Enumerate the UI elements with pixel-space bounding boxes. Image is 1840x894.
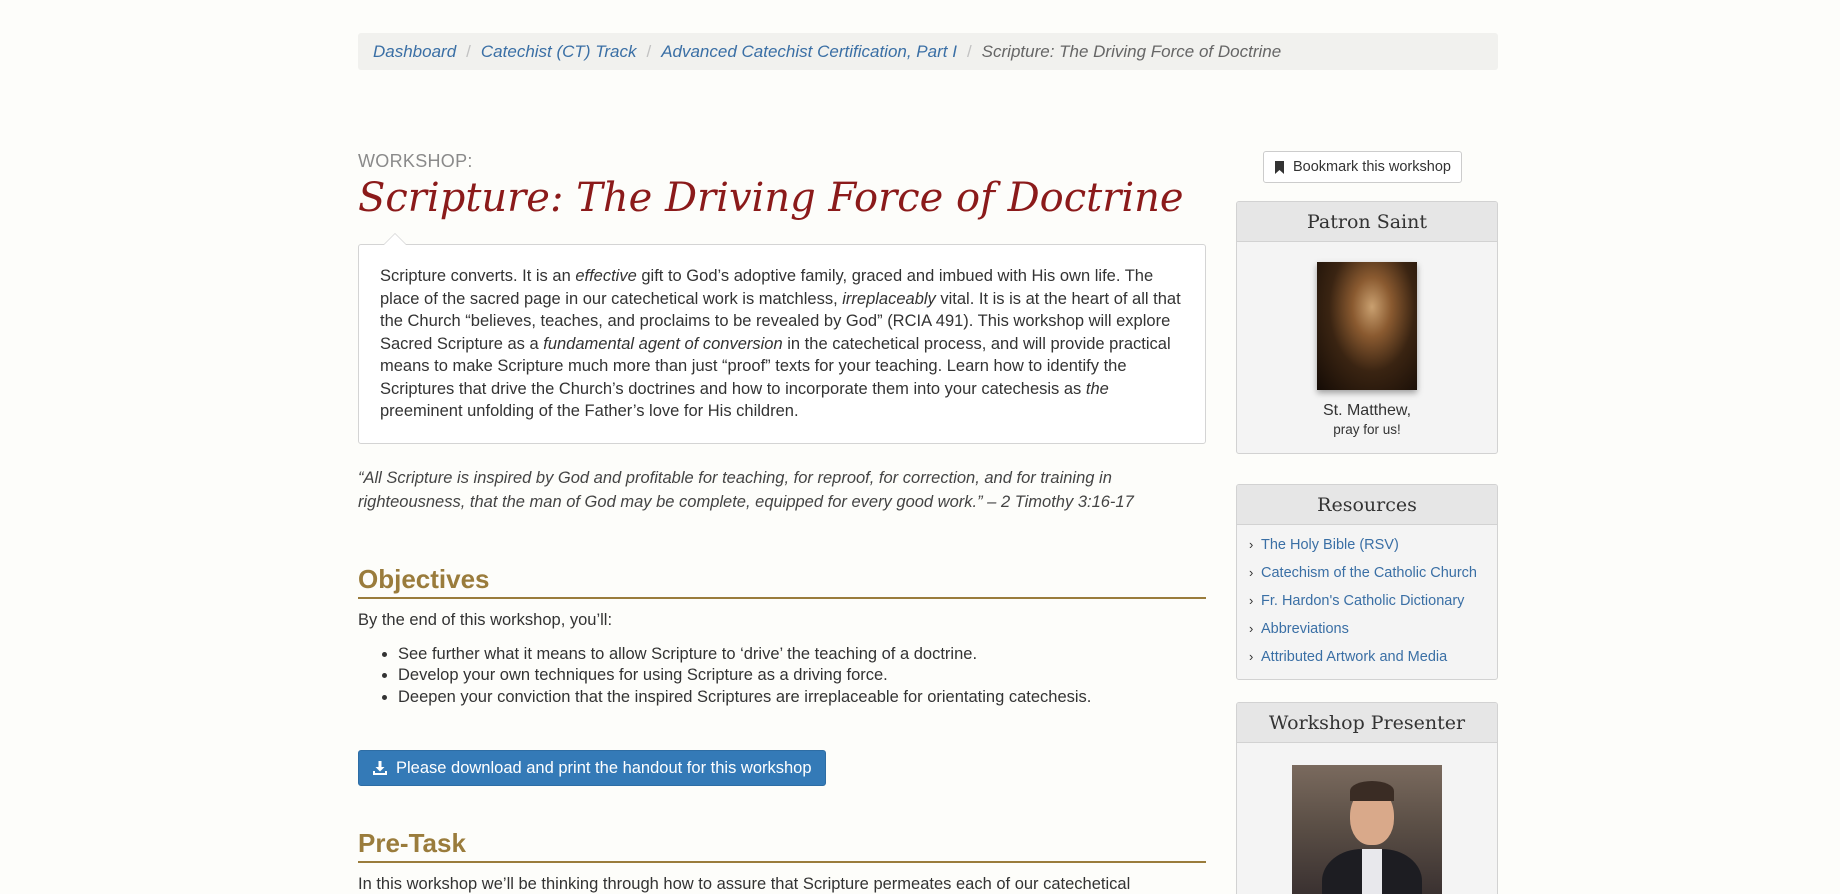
resource-link-dictionary[interactable]: Fr. Hardon's Catholic Dictionary bbox=[1261, 593, 1464, 609]
intro-text: Scripture converts. It is an bbox=[380, 267, 576, 285]
download-icon bbox=[373, 761, 387, 775]
sidebar: Bookmark this workshop Patron Saint St. … bbox=[1236, 151, 1498, 894]
resources-heading: Resources bbox=[1237, 485, 1497, 525]
chevron-right-icon: › bbox=[1249, 537, 1254, 552]
intro-box: Scripture converts. It is an effective g… bbox=[358, 233, 1206, 444]
list-item: › Fr. Hardon's Catholic Dictionary bbox=[1249, 593, 1485, 609]
intro-emphasis: the bbox=[1085, 379, 1109, 398]
list-item: See further what it means to allow Scrip… bbox=[398, 644, 1206, 666]
objectives-lead: By the end of this workshop, you’ll: bbox=[358, 610, 613, 629]
breadcrumb-advanced-certification[interactable]: Advanced Catechist Certification, Part I bbox=[661, 42, 957, 62]
saint-prayer: pray for us! bbox=[1333, 422, 1401, 437]
list-item: Develop your own techniques for using Sc… bbox=[398, 665, 1206, 687]
patron-saint-body: St. Matthew, pray for us! bbox=[1237, 242, 1497, 453]
saint-matthew-image bbox=[1317, 262, 1417, 390]
breadcrumb-current: Scripture: The Driving Force of Doctrine bbox=[981, 41, 1282, 61]
chevron-right-icon: › bbox=[1249, 593, 1254, 608]
patron-saint-panel: Patron Saint St. Matthew, pray for us! bbox=[1236, 201, 1498, 454]
workshop-label: WORKSHOP: bbox=[358, 151, 473, 171]
intro-emphasis: fundamental agent of conversion bbox=[543, 334, 783, 353]
list-item: Deepen your conviction that the inspired… bbox=[398, 687, 1206, 709]
breadcrumb-dashboard[interactable]: Dashboard bbox=[373, 42, 456, 62]
objectives-list: See further what it means to allow Scrip… bbox=[358, 644, 1206, 709]
breadcrumb: Dashboard / Catechist (CT) Track / Advan… bbox=[358, 33, 1498, 70]
bookmark-button[interactable]: Bookmark this workshop bbox=[1263, 151, 1462, 183]
bookmark-icon bbox=[1275, 160, 1284, 174]
resource-link-bible[interactable]: The Holy Bible (RSV) bbox=[1261, 537, 1399, 553]
resources-list: › The Holy Bible (RSV) › Catechism of the … bbox=[1237, 525, 1497, 679]
list-item: › Abbreviations bbox=[1249, 621, 1485, 637]
workshop-title: Scripture: The Driving Force of Doctrine bbox=[358, 175, 1184, 221]
resource-link-abbreviations[interactable]: Abbreviations bbox=[1261, 621, 1349, 637]
resource-link-artwork[interactable]: Attributed Artwork and Media bbox=[1261, 649, 1447, 665]
download-handout-button[interactable]: Please download and print the handout fo… bbox=[358, 750, 826, 786]
list-item: › Catechism of the Catholic Church bbox=[1249, 565, 1485, 581]
pretask-heading: Pre-Task bbox=[358, 828, 1206, 863]
presenter-panel: Workshop Presenter bbox=[1236, 702, 1498, 894]
resource-link-catechism[interactable]: Catechism of the Catholic Church bbox=[1261, 565, 1477, 581]
scripture-quote: “All Scripture is inspired by God and pr… bbox=[358, 468, 1134, 511]
download-handout-label: Please download and print the handout fo… bbox=[396, 758, 812, 777]
intro-emphasis: effective bbox=[575, 267, 637, 285]
chevron-right-icon: › bbox=[1249, 565, 1254, 580]
intro-text: preeminent unfolding of the Father’s lov… bbox=[380, 402, 799, 420]
list-item: › The Holy Bible (RSV) bbox=[1249, 537, 1485, 553]
main-content: WORKSHOP: Scripture: The Driving Force o… bbox=[358, 151, 1206, 894]
intro-emphasis: irreplaceably bbox=[842, 289, 936, 308]
breadcrumb-separator: / bbox=[466, 41, 471, 61]
breadcrumb-catechist-track[interactable]: Catechist (CT) Track bbox=[481, 42, 637, 62]
presenter-heading: Workshop Presenter bbox=[1237, 703, 1497, 743]
patron-saint-heading: Patron Saint bbox=[1237, 202, 1497, 242]
objectives-heading: Objectives bbox=[358, 564, 1206, 599]
resources-panel: Resources › The Holy Bible (RSV) › Catechi… bbox=[1236, 484, 1498, 680]
breadcrumb-separator: / bbox=[646, 41, 652, 61]
breadcrumb-separator: / bbox=[966, 41, 972, 61]
chevron-right-icon: › bbox=[1249, 649, 1254, 664]
presenter-body bbox=[1237, 743, 1497, 894]
presenter-photo bbox=[1292, 765, 1442, 894]
bookmark-label: Bookmark this workshop bbox=[1293, 159, 1451, 175]
list-item: › Attributed Artwork and Media bbox=[1249, 649, 1485, 665]
pretask-text: In this workshop we’ll be thinking throu… bbox=[358, 875, 1131, 893]
chevron-right-icon: › bbox=[1249, 621, 1254, 636]
saint-name: St. Matthew, bbox=[1322, 402, 1412, 419]
page-container: Dashboard / Catechist (CT) Track / Advan… bbox=[358, 33, 1498, 894]
